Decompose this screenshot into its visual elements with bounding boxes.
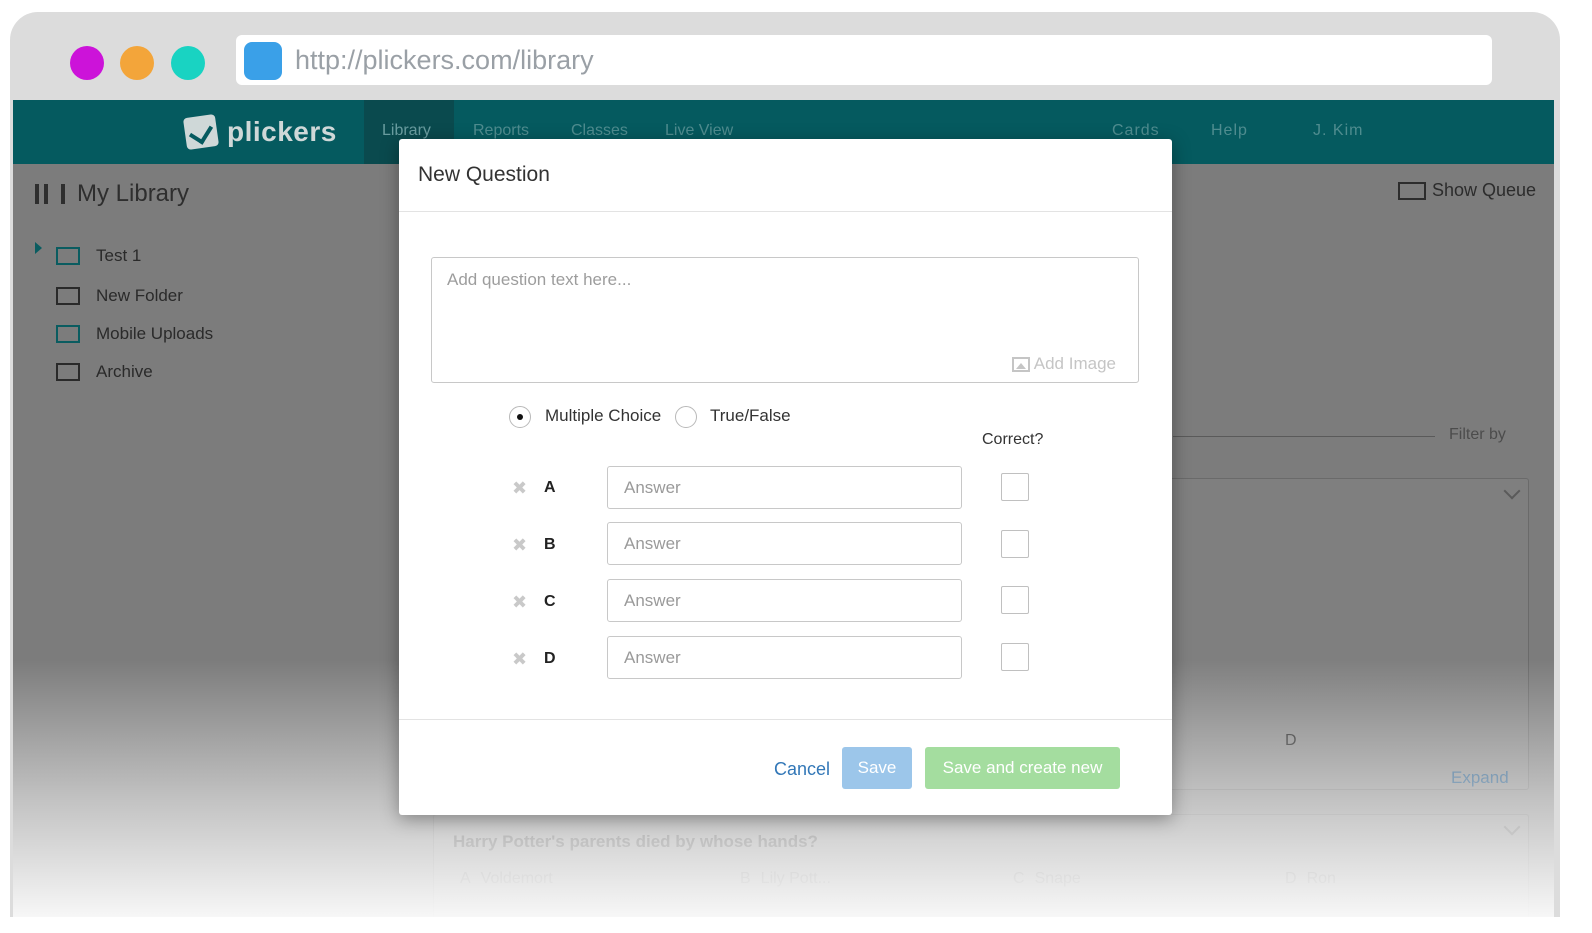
expand-link[interactable]: Expand xyxy=(1451,768,1509,788)
image-icon xyxy=(1011,356,1030,372)
multiple-choice-label[interactable]: Multiple Choice xyxy=(545,406,661,426)
tab-reports[interactable]: Reports xyxy=(473,122,529,140)
answer-a-input[interactable] xyxy=(607,466,962,509)
answer-letter: D xyxy=(1285,732,1297,749)
plickers-logo-icon xyxy=(182,113,220,151)
plickers-favicon-icon xyxy=(244,42,282,80)
sidebar-item-archive[interactable]: Archive xyxy=(56,362,153,382)
sidebar-item-mobile-uploads[interactable]: Mobile Uploads xyxy=(56,324,213,344)
question-card xyxy=(433,814,1529,917)
sidebar-item-new-folder[interactable]: New Folder xyxy=(56,286,183,306)
mobile-upload-icon xyxy=(56,325,80,343)
nav-cards-link[interactable]: Cards xyxy=(1112,122,1160,140)
answer-option: C Snape xyxy=(1013,870,1081,887)
maximize-window-dot[interactable] xyxy=(171,46,205,80)
correct-column-header: Correct? xyxy=(982,431,1044,448)
library-icon xyxy=(35,184,65,204)
multiple-choice-radio[interactable] xyxy=(509,406,531,428)
save-and-create-new-button[interactable]: Save and create new xyxy=(925,747,1120,789)
dialog-footer-divider xyxy=(399,719,1172,720)
correct-c-checkbox[interactable] xyxy=(1001,586,1029,614)
plickers-logo[interactable]: plickers xyxy=(182,112,337,152)
dialog-header: New Question xyxy=(399,139,1172,212)
remove-answer-a-icon[interactable]: ✖ xyxy=(512,478,527,499)
remove-answer-b-icon[interactable]: ✖ xyxy=(512,535,527,556)
filter-by-dropdown[interactable]: Filter by xyxy=(1449,426,1506,444)
answer-c-input[interactable] xyxy=(607,579,962,622)
add-image-button[interactable]: Add Image xyxy=(1011,354,1116,374)
answer-letter-c: C xyxy=(544,593,556,610)
folder-icon xyxy=(56,247,80,265)
new-folder-icon xyxy=(56,287,80,305)
answer-letter-b: B xyxy=(544,536,556,553)
true-false-radio[interactable] xyxy=(675,406,697,428)
calendar-icon xyxy=(1398,181,1426,200)
show-queue-button[interactable]: Show Queue xyxy=(1398,180,1536,201)
nav-help-link[interactable]: Help xyxy=(1211,122,1248,140)
correct-a-checkbox[interactable] xyxy=(1001,473,1029,501)
address-bar[interactable]: http://plickers.com/library xyxy=(236,35,1492,85)
tab-live-view[interactable]: Live View xyxy=(665,122,733,140)
remove-answer-d-icon[interactable]: ✖ xyxy=(512,649,527,670)
answer-letter-d: D xyxy=(544,650,556,667)
correct-d-checkbox[interactable] xyxy=(1001,643,1029,671)
answer-d-input[interactable] xyxy=(607,636,962,679)
answer-letter-a: A xyxy=(544,479,556,496)
true-false-label[interactable]: True/False xyxy=(710,406,791,426)
answer-option: B Lily Pott... xyxy=(740,870,831,887)
question-text: Harry Potter's parents died by whose han… xyxy=(453,832,818,851)
answer-option: D Ron xyxy=(1285,870,1336,887)
expand-caret-icon[interactable] xyxy=(35,242,42,254)
correct-b-checkbox[interactable] xyxy=(1001,530,1029,558)
cancel-button[interactable]: Cancel xyxy=(774,759,830,780)
new-question-dialog: New Question Add Image Multiple Choice T… xyxy=(399,139,1172,815)
save-button[interactable]: Save xyxy=(842,747,912,789)
minimize-window-dot[interactable] xyxy=(120,46,154,80)
question-text-box: Add Image xyxy=(431,257,1139,383)
answer-b-input[interactable] xyxy=(607,522,962,565)
chevron-down-icon[interactable] xyxy=(1503,818,1521,836)
dialog-title: New Question xyxy=(418,163,550,186)
chevron-down-icon[interactable] xyxy=(1503,482,1521,500)
page-title: My Library xyxy=(35,180,189,208)
sidebar-item-test-1[interactable]: Test 1 xyxy=(56,246,141,266)
close-window-dot[interactable] xyxy=(70,46,104,80)
url-text[interactable]: http://plickers.com/library xyxy=(295,45,594,76)
archive-icon xyxy=(56,363,80,381)
tab-classes[interactable]: Classes xyxy=(571,122,628,140)
remove-answer-c-icon[interactable]: ✖ xyxy=(512,592,527,613)
divider xyxy=(1173,436,1435,437)
answer-option: A Voldemort xyxy=(460,870,553,887)
nav-user-menu[interactable]: J. Kim xyxy=(1313,122,1363,140)
